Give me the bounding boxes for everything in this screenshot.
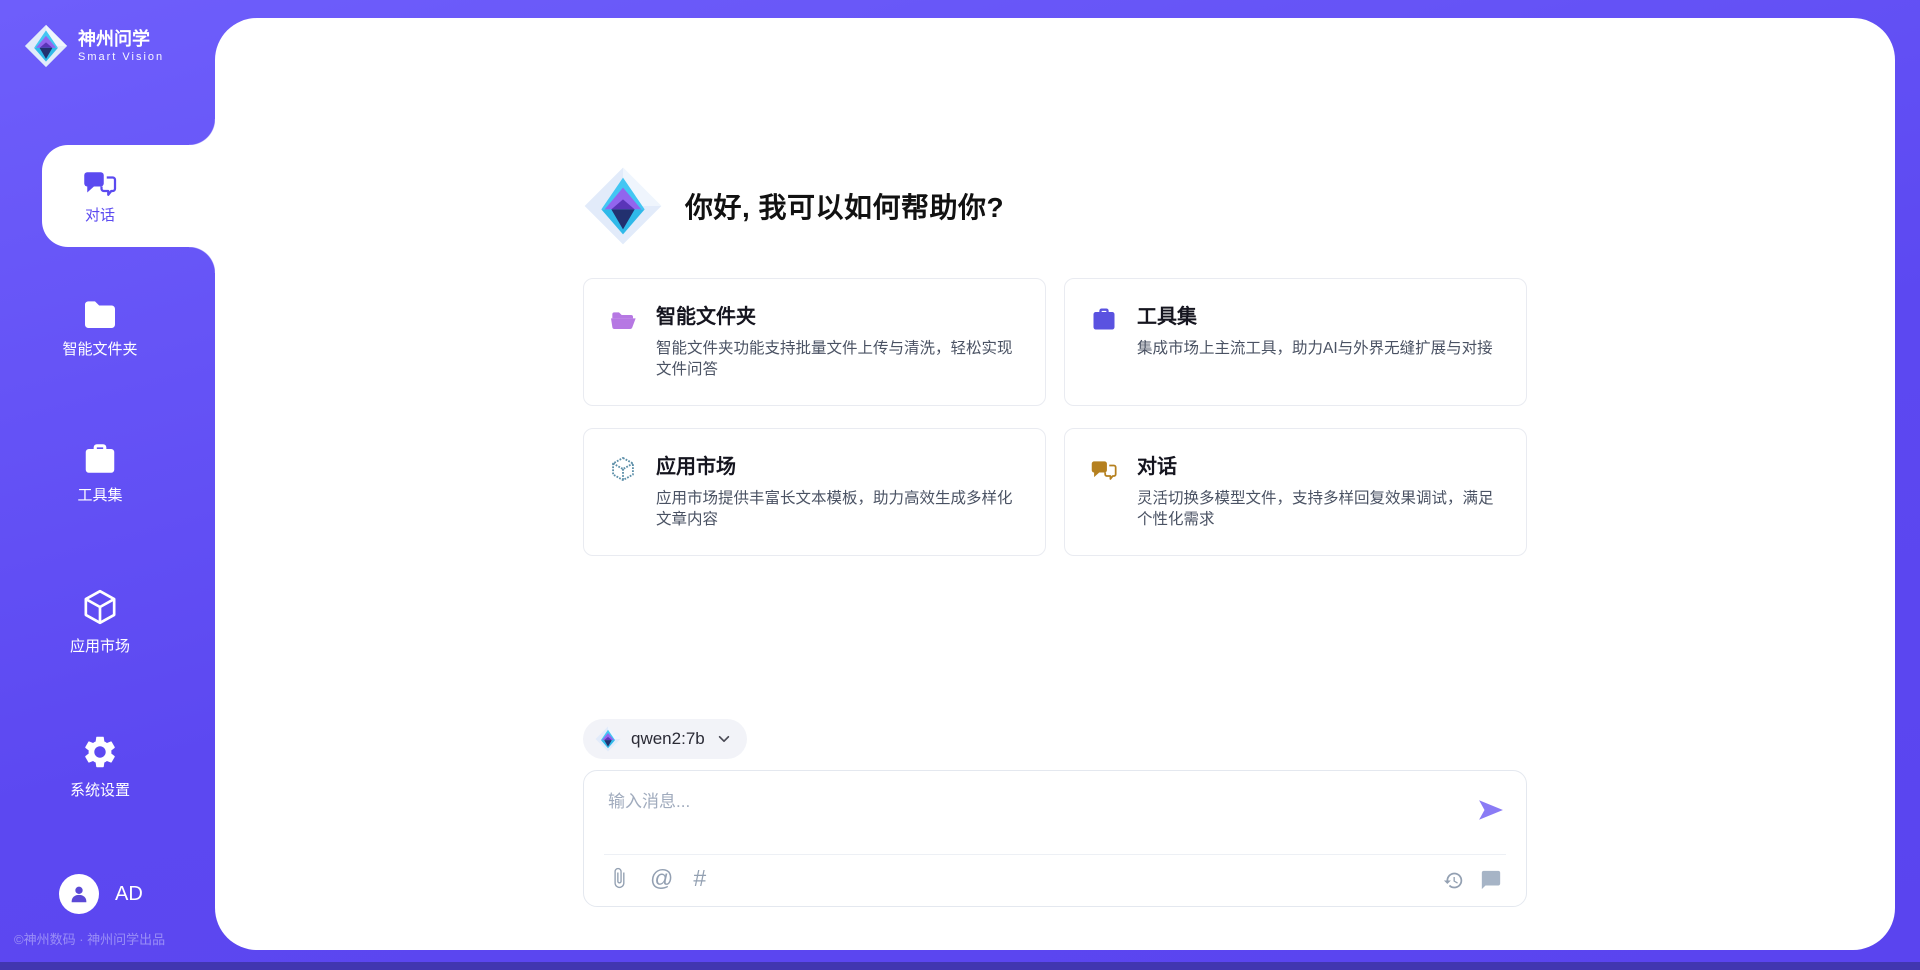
brand-gem-icon (583, 165, 663, 247)
copyright-text: ©神州数码 · 神州问学出品 (14, 929, 165, 948)
topic-button[interactable]: # (693, 867, 706, 889)
attach-file-button[interactable] (608, 867, 630, 889)
card-chat[interactable]: 对话 灵活切换多模型文件，支持多样回复效果调试，满足个性化需求 (1064, 428, 1527, 556)
send-button[interactable] (1478, 797, 1504, 823)
greeting-text: 你好, 我可以如何帮助你? (685, 186, 1004, 226)
sidebar-item-smart-folder[interactable]: 智能文件夹 (0, 296, 200, 359)
sidebar-item-toolset[interactable]: 工具集 (0, 441, 200, 505)
paperclip-icon (608, 867, 630, 889)
brand-subtitle: Smart Vision (78, 51, 164, 63)
hash-icon: # (693, 867, 706, 889)
sidebar-item-settings[interactable]: 系统设置 (0, 733, 200, 800)
card-app-market[interactable]: 应用市场 应用市场提供丰富长文本模板，助力高效生成多样化文章内容 (583, 428, 1046, 556)
card-toolset[interactable]: 工具集 集成市场上主流工具，助力AI与外界无缝扩展与对接 (1064, 278, 1527, 406)
gem-logo-icon (595, 726, 621, 752)
card-text: 智能文件夹 智能文件夹功能支持批量文件上传与清洗，轻松实现文件问答 (656, 305, 1025, 380)
greeting-row: 你好, 我可以如何帮助你? (583, 165, 1527, 247)
sidebar: 神州问学 Smart Vision 对话 智能文件夹 工具集 应用市场 系统设置… (0, 0, 215, 970)
card-text: 对话 灵活切换多模型文件，支持多样回复效果调试，满足个性化需求 (1137, 455, 1506, 530)
card-title: 智能文件夹 (656, 305, 1025, 329)
person-icon (68, 883, 90, 905)
card-description: 应用市场提供丰富长文本模板，助力高效生成多样化文章内容 (656, 488, 1025, 530)
sidebar-item-label: 工具集 (77, 484, 122, 505)
main-content-panel: 你好, 我可以如何帮助你? 智能文件夹 智能文件夹功能支持批量文件上传与清洗，轻… (215, 18, 1895, 950)
briefcase-icon (81, 441, 119, 476)
chat-bubbles-icon (82, 167, 118, 197)
brand-name: 神州问学 (78, 29, 164, 49)
chat-bubble-icon (1480, 869, 1502, 891)
shortcut-cards: 智能文件夹 智能文件夹功能支持批量文件上传与清洗，轻松实现文件问答 工具集 集成… (583, 278, 1527, 556)
card-smart-folder[interactable]: 智能文件夹 智能文件夹功能支持批量文件上传与清洗，轻松实现文件问答 (583, 278, 1046, 406)
feedback-button[interactable] (1480, 869, 1502, 891)
mention-button[interactable]: @ (650, 867, 673, 889)
user-name: AD (115, 883, 143, 906)
brand-text: 神州问学 Smart Vision (78, 29, 164, 63)
sidebar-item-chat-inner: 对话 (42, 145, 158, 247)
message-input[interactable] (606, 785, 1466, 843)
composer-left-tools: @ # (608, 867, 706, 889)
folder-icon (80, 296, 120, 330)
bottom-edge-strip (0, 962, 1920, 970)
card-description: 集成市场上主流工具，助力AI与外界无缝扩展与对接 (1137, 338, 1493, 359)
sidebar-item-label: 系统设置 (70, 779, 130, 800)
sidebar-item-label: 智能文件夹 (62, 338, 137, 359)
composer-divider (604, 854, 1506, 855)
chevron-down-icon (717, 732, 731, 746)
brand: 神州问学 Smart Vision (24, 24, 164, 68)
card-text: 应用市场 应用市场提供丰富长文本模板，助力高效生成多样化文章内容 (656, 455, 1025, 530)
at-icon: @ (650, 867, 673, 889)
avatar (59, 874, 99, 914)
model-selector[interactable]: qwen2:7b (583, 719, 747, 759)
sidebar-item-label: 应用市场 (70, 635, 130, 656)
send-icon (1478, 797, 1504, 823)
content-column: 你好, 我可以如何帮助你? 智能文件夹 智能文件夹功能支持批量文件上传与清洗，轻… (583, 18, 1527, 950)
user-account[interactable]: AD (59, 874, 143, 914)
sidebar-item-label: 对话 (85, 204, 115, 225)
card-description: 智能文件夹功能支持批量文件上传与清洗，轻松实现文件问答 (656, 338, 1025, 380)
card-description: 灵活切换多模型文件，支持多样回复效果调试，满足个性化需求 (1137, 488, 1506, 530)
cube-grid-icon (609, 455, 637, 483)
sidebar-item-app-market[interactable]: 应用市场 (0, 587, 200, 656)
briefcase-icon (1090, 305, 1118, 333)
chat-bubbles-icon (1090, 455, 1118, 483)
history-icon (1443, 870, 1464, 891)
gear-icon (81, 733, 119, 771)
sidebar-item-chat-active[interactable]: 对话 (42, 145, 215, 247)
card-title: 应用市场 (656, 455, 1025, 479)
card-title: 对话 (1137, 455, 1506, 479)
folder-open-icon (609, 305, 637, 333)
cube-icon (80, 587, 120, 627)
card-text: 工具集 集成市场上主流工具，助力AI与外界无缝扩展与对接 (1137, 305, 1493, 359)
card-title: 工具集 (1137, 305, 1493, 329)
history-button[interactable] (1443, 870, 1464, 891)
brand-gem-icon (24, 24, 68, 68)
message-composer: @ # (583, 770, 1527, 907)
model-name: qwen2:7b (631, 729, 705, 749)
composer-right-tools (1443, 869, 1502, 891)
